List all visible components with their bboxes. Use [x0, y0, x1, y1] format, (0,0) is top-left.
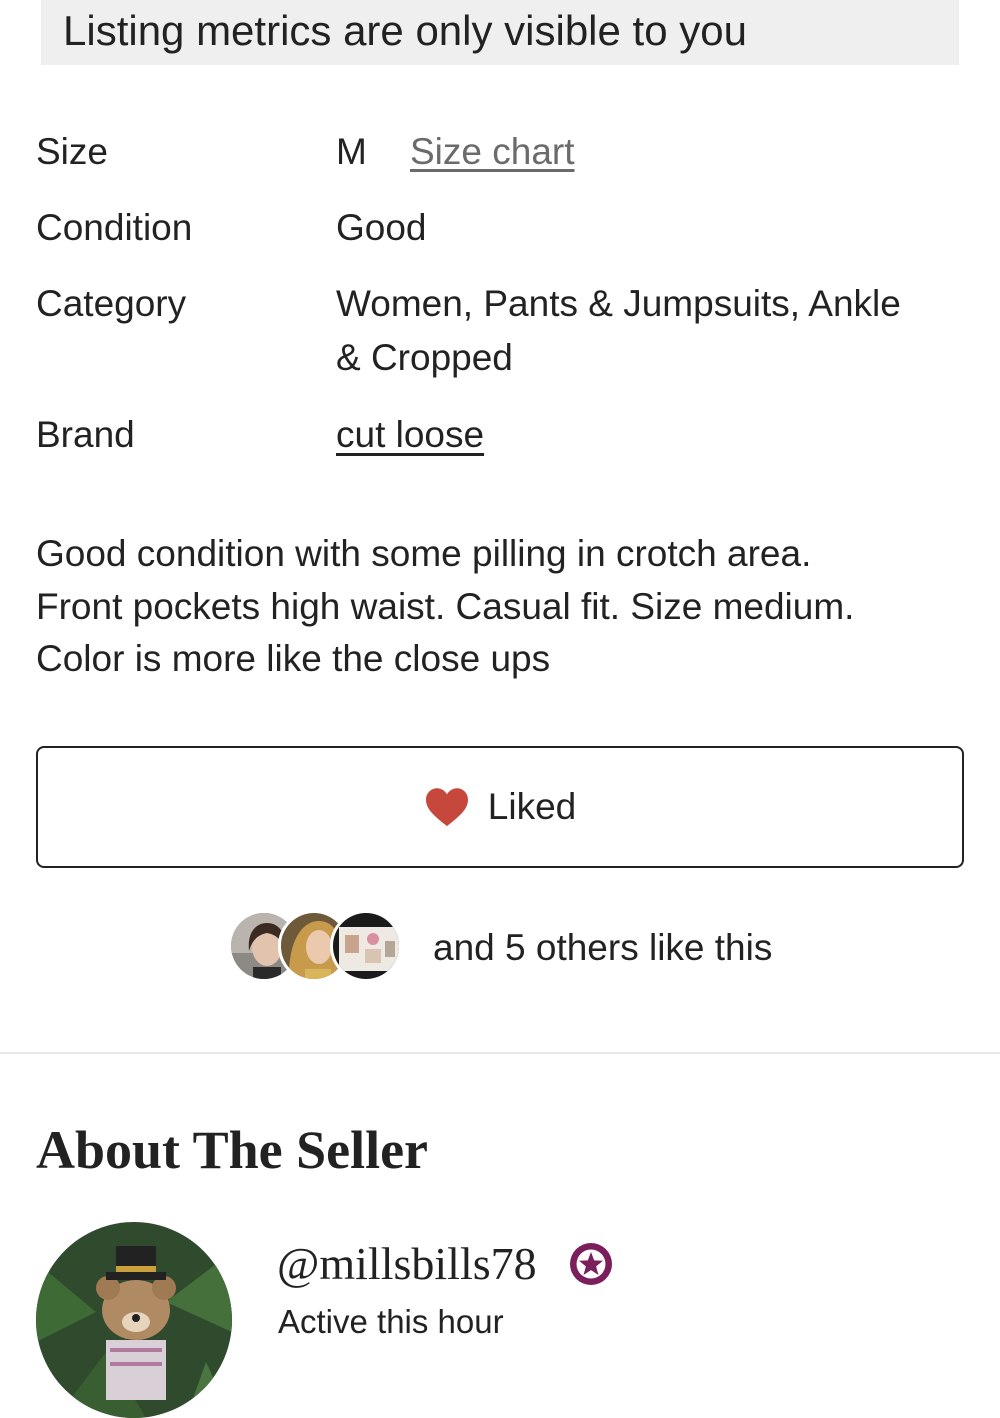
description-line: Front pockets high waist. Casual fit. Si…: [36, 585, 855, 627]
size-value: M: [336, 131, 367, 172]
description-line: Color is more like the close ups: [36, 638, 551, 679]
seller-avatar[interactable]: [36, 1222, 232, 1418]
listing-metrics-banner: Listing metrics are only visible to you: [41, 0, 959, 65]
brand-label: Brand: [36, 414, 135, 455]
item-description: Good condition with some pilling in crot…: [36, 528, 966, 686]
heart-icon: [425, 788, 468, 827]
banner-text: Listing metrics are only visible to you: [63, 7, 747, 54]
liker-avatar: [330, 910, 402, 982]
category-label: Category: [36, 283, 187, 324]
size-chart-link[interactable]: Size chart: [410, 128, 575, 176]
likes-count-text[interactable]: and 5 others like this: [433, 924, 772, 972]
category-value-line1: Women, Pants & Jumpsuits, Ankle: [336, 283, 901, 324]
section-divider: [0, 1052, 1000, 1054]
like-button-label: Liked: [487, 786, 577, 827]
brand-link[interactable]: cut loose: [336, 408, 484, 462]
category-value-line2: & Cropped: [336, 337, 513, 378]
like-button[interactable]: Liked: [36, 746, 964, 868]
about-seller-heading: About The Seller: [36, 1120, 429, 1180]
condition-label: Condition: [36, 207, 193, 248]
star-badge-icon: [570, 1243, 612, 1285]
condition-value: Good: [336, 207, 427, 248]
description-line: Good condition with some pilling in crot…: [36, 533, 812, 574]
seller-username[interactable]: @millsbills78: [277, 1236, 537, 1292]
size-label: Size: [36, 131, 108, 172]
seller-activity-status: Active this hour: [278, 1303, 504, 1340]
